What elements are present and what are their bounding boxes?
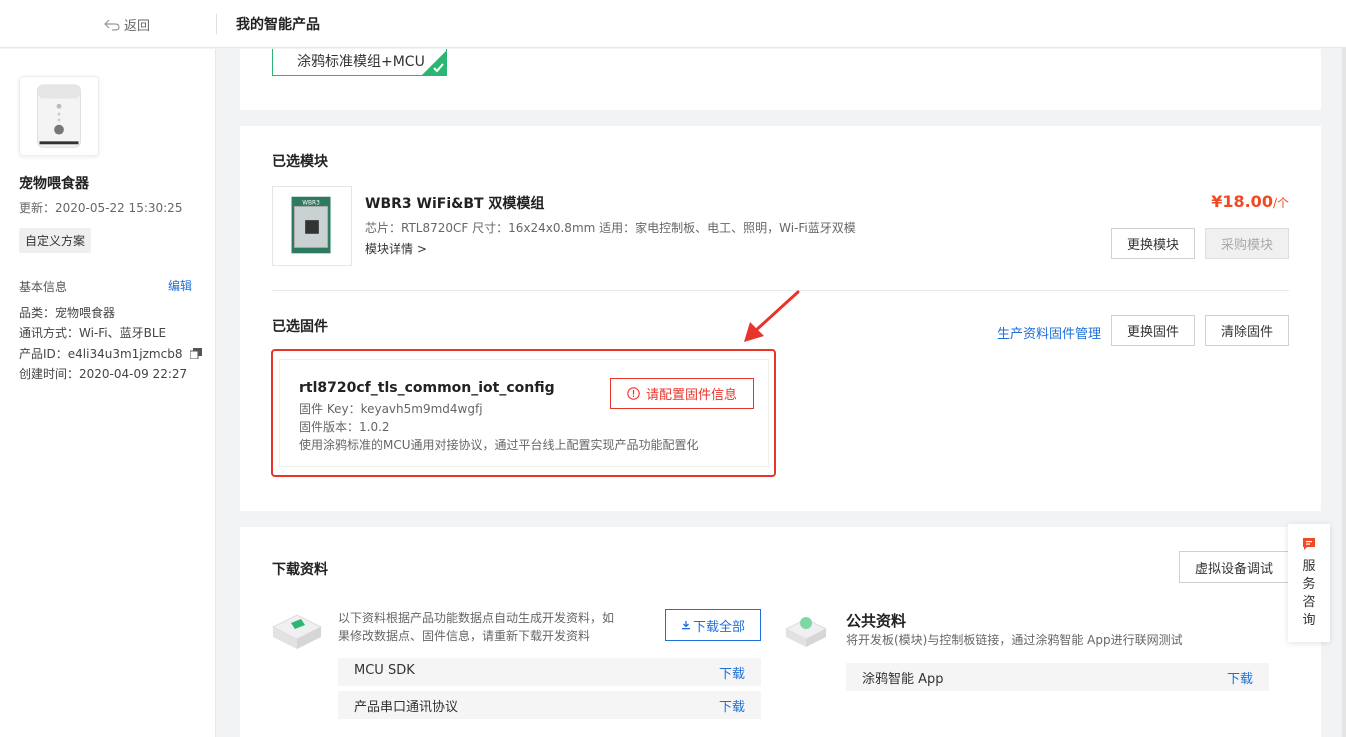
download-item-name: 产品串口通讯协议 (354, 700, 459, 715)
module-image: WBR3 (272, 186, 352, 266)
created-info: 创建时间：2020-04-09 22:27 (19, 367, 188, 381)
change-firmware-button[interactable]: 更换固件 (1111, 315, 1195, 346)
list-item: MCU SDK 下载 (338, 658, 761, 686)
buy-module-button[interactable]: 采购模块 (1205, 228, 1289, 259)
product-sidebar: 宠物喂食器 更新：2020-05-22 15:30:25 自定义方案 基本信息 … (0, 49, 216, 737)
solution-chip[interactable]: 涂鸦标准模组+MCU (272, 49, 447, 76)
firmware-highlight-box: rtl8720cf_tls_common_iot_config 固件 Key：k… (271, 349, 776, 477)
public-materials-icon (784, 617, 828, 647)
downloads-description: 以下资料根据产品功能数据点自动生成开发资料，如果修改数据点、固件信息，请重新下载… (338, 611, 615, 643)
custom-solution-tag: 自定义方案 (19, 228, 92, 253)
firmware-version: 固件版本：1.0.2 (299, 420, 390, 434)
firmware-description: 使用涂鸦标准的MCU通用对接协议，通过平台线上配置实现产品功能配置化 (299, 438, 699, 452)
firmware-manage-link[interactable]: 生产资料固件管理 (997, 323, 1101, 342)
dev-materials-icon (271, 614, 323, 649)
selected-module-title: 已选模块 (272, 154, 328, 170)
alert-circle-icon (627, 387, 640, 400)
download-icon (681, 621, 690, 630)
download-link[interactable]: 下载 (719, 696, 745, 715)
updated-time: 更新：2020-05-22 15:30:25 (19, 201, 183, 215)
public-materials-description: 将开发板(模块)与控制板链接，通过涂鸦智能 App进行联网测试 (846, 633, 1183, 647)
category-info: 品类：宠物喂食器 (19, 306, 116, 320)
list-item: 产品串口通讯协议 下载 (338, 691, 761, 719)
back-arrow-icon (104, 19, 120, 31)
public-materials-title: 公共资料 (846, 612, 907, 630)
change-module-button[interactable]: 更换模块 (1111, 228, 1195, 259)
firmware-name: rtl8720cf_tls_common_iot_config (299, 380, 555, 396)
download-item-name: MCU SDK (354, 663, 415, 678)
selected-firmware-title: 已选固件 (272, 319, 328, 335)
downloads-title: 下载资料 (272, 562, 328, 578)
module-detail-link[interactable]: 模块详情 > (365, 240, 427, 257)
configure-firmware-label: 请配置固件信息 (645, 388, 737, 403)
top-bar: 返回 我的智能产品 (0, 0, 1346, 48)
clear-firmware-button[interactable]: 清除固件 (1205, 315, 1289, 346)
back-button[interactable]: 返回 (104, 15, 150, 34)
product-id-info: 产品ID：e4li34u3m1jzmcb8 (19, 345, 203, 362)
list-item: 涂鸦智能 App 下载 (846, 663, 1269, 691)
virtual-debug-button[interactable]: 虚拟设备调试 (1179, 551, 1289, 583)
price-unit: /个 (1272, 196, 1289, 210)
scrollbar[interactable] (1342, 48, 1346, 737)
product-thumbnail (19, 76, 99, 156)
svg-text:WBR3: WBR3 (302, 201, 320, 207)
public-item-name: 涂鸦智能 App (862, 672, 944, 687)
service-consult-button[interactable]: 服务咨询 (1288, 524, 1330, 642)
service-consult-label: 服务咨询 (1302, 559, 1316, 628)
product-name: 宠物喂食器 (19, 176, 89, 192)
basic-info-label: 基本信息 (19, 280, 68, 294)
price-value: ¥18.00 (1211, 192, 1273, 211)
download-all-label: 下载全部 (692, 619, 745, 635)
pet-feeder-icon (37, 84, 81, 148)
edit-link[interactable]: 编辑 (168, 277, 192, 294)
comm-info: 通讯方式：Wi-Fi、蓝牙BLE (19, 326, 167, 340)
download-link[interactable]: 下载 (719, 663, 745, 682)
module-price: ¥18.00/个 (1211, 192, 1289, 211)
download-all-button[interactable]: 下载全部 (665, 609, 761, 641)
module-name: WBR3 WiFi&BT 双模模组 (365, 196, 545, 212)
downloads-card: 下载资料 虚拟设备调试 以下资料根据产品功能数据点自动生成开发资料，如果修改数据… (240, 527, 1321, 737)
module-spec: 芯片：RTL8720CF 尺寸：16x24x0.8mm 适用：家电控制板、电工、… (365, 221, 856, 235)
check-icon (422, 51, 446, 75)
configure-firmware-button[interactable]: 请配置固件信息 (610, 378, 754, 409)
firmware-card: rtl8720cf_tls_common_iot_config 固件 Key：k… (279, 359, 769, 467)
solution-card: 涂鸦标准模组+MCU (240, 49, 1321, 110)
module-chip-icon: WBR3 (291, 196, 331, 254)
header-divider (216, 14, 217, 34)
product-id-text: 产品ID：e4li34u3m1jzmcb8 (19, 347, 183, 361)
download-link[interactable]: 下载 (1227, 668, 1253, 687)
firmware-key: 固件 Key：keyavh5m9md4wgfj (299, 402, 483, 416)
back-label: 返回 (124, 19, 151, 34)
solution-chip-label: 涂鸦标准模组+MCU (297, 54, 425, 70)
chat-icon (1303, 538, 1315, 550)
annotation-arrow-icon (744, 290, 800, 342)
copy-icon[interactable] (190, 348, 203, 359)
page-title: 我的智能产品 (236, 17, 320, 33)
